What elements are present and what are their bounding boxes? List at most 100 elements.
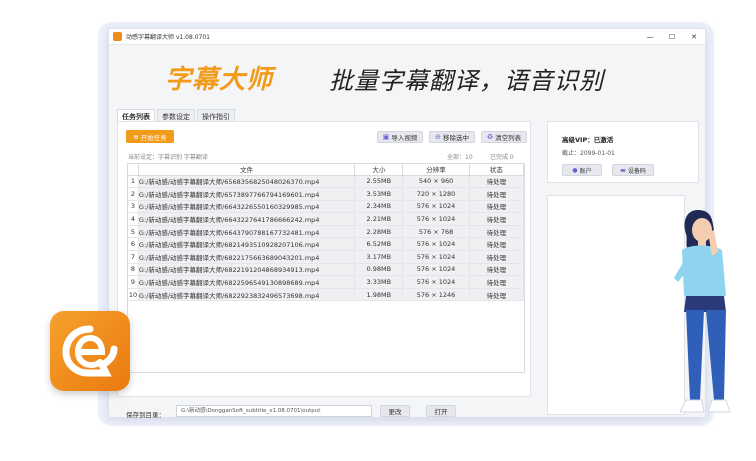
row-file: G:/新动感/动感字幕翻译大师/6573897766794169601.mp4 (138, 187, 356, 201)
total-count: 全部：10 (447, 154, 473, 161)
table-row[interactable]: 6 G:/新动感/动感字幕翻译大师/6821493510928207106.mp… (128, 237, 525, 252)
minimize-icon[interactable]: — (639, 29, 661, 45)
row-file: G:/新动感/动感字幕翻译大师/6821493510928207106.mp4 (138, 237, 356, 252)
row-resolution: 720 × 1280 (402, 187, 470, 201)
row-status: 待处理 (469, 175, 525, 189)
table-row[interactable]: 5 G:/新动感/动感字幕翻译大师/6643790788167732481.mp… (128, 225, 525, 239)
start-task-button[interactable]: ⊕ 开始任务 (126, 130, 174, 143)
clear-list-button[interactable]: ♻ 清空列表 (481, 131, 527, 143)
side-blank-panel (547, 195, 685, 415)
table-row[interactable]: 7 G:/新动感/动感字幕翻译大师/6822175663689043201.mp… (128, 250, 525, 264)
row-size: 6.52MB (354, 237, 404, 252)
window-title: 动感字幕翻译大师 v1.08.0701 (126, 34, 210, 41)
header-file[interactable]: 文件 (138, 164, 356, 176)
row-status: 待处理 (469, 187, 525, 201)
user-icon: ● (572, 166, 578, 174)
row-size: 2.28MB (354, 225, 404, 239)
current-settings: 当前设定：字幕识别 字幕翻译 (128, 154, 208, 161)
header-status[interactable]: 状态 (469, 164, 525, 176)
table-row[interactable]: 4 G:/新动感/动感字幕翻译大师/6643227641786666242.mp… (128, 212, 525, 226)
row-index: 1 (128, 175, 139, 189)
table-row[interactable]: 2 G:/新动感/动感字幕翻译大师/6573897766794169601.mp… (128, 187, 525, 201)
e-chat-logo-icon (50, 311, 130, 391)
table-row[interactable]: 8 G:/新动感/动感字幕翻译大师/6822191204868934913.mp… (128, 263, 525, 277)
stage: 动感字幕翻译大师 v1.08.0701 — ☐ ✕ 字幕大师 批量字幕翻译，语音… (0, 0, 756, 461)
row-resolution: 576 × 1246 (402, 288, 470, 302)
row-resolution: 576 × 1024 (402, 250, 470, 264)
monitor-icon: ▬ (620, 166, 626, 174)
save-dir-label: 保存到目录： (126, 411, 165, 419)
row-resolution: 540 × 960 (402, 175, 470, 189)
row-file: G:/新动感/动感字幕翻译大师/6822191204868934913.mp4 (138, 263, 356, 277)
row-file: G:/新动感/动感字幕翻译大师/6568356825048026370.mp4 (138, 175, 356, 189)
table-row[interactable]: 9 G:/新动感/动感字幕翻译大师/6822596549130898689.mp… (128, 275, 525, 289)
import-video-button[interactable]: ▣ 导入视频 (377, 131, 423, 143)
row-resolution: 576 × 1024 (402, 263, 470, 277)
device-code-label: 设备码 (627, 167, 646, 175)
remove-icon: ⊖ (435, 133, 441, 141)
row-size: 3.33MB (354, 275, 404, 289)
person-illustration (668, 200, 756, 450)
row-index: 6 (128, 237, 139, 252)
row-status: 待处理 (469, 237, 525, 252)
row-file: G:/新动感/动感字幕翻译大师/6643790788167732481.mp4 (138, 225, 356, 239)
import-icon: ▣ (382, 133, 390, 141)
row-file: G:/新动感/动感字幕翻译大师/6822596549130898689.mp4 (138, 275, 356, 289)
banner-slogan: 批量字幕翻译，语音识别 (329, 67, 604, 95)
row-size: 3.17MB (354, 250, 404, 264)
maximize-icon[interactable]: ☐ (661, 29, 683, 45)
save-path-field[interactable]: G:\新动感\DongganSoft_subtitle_v1.08.0701\o… (176, 405, 372, 417)
row-resolution: 576 × 1024 (402, 212, 470, 226)
account-button[interactable]: ● 账户 (562, 164, 602, 176)
row-status: 待处理 (469, 212, 525, 226)
open-dir-button[interactable]: 打开 (426, 405, 456, 417)
banner: 字幕大师 批量字幕翻译，语音识别 (109, 45, 707, 111)
header-resolution[interactable]: 分辨率 (402, 164, 470, 176)
table-row[interactable]: 3 G:/新动感/动感字幕翻译大师/6643226550160329985.mp… (128, 200, 525, 214)
row-status: 待处理 (469, 250, 525, 264)
task-table: 文件 大小 分辨率 状态 1 G:/新动感/动感字幕翻译大师/656835682… (127, 163, 525, 373)
vip-status: 高级VIP：已激活 (562, 136, 614, 144)
row-index: 7 (128, 250, 139, 264)
row-index: 10 (128, 288, 139, 302)
title-bar: 动感字幕翻译大师 v1.08.0701 — ☐ ✕ (109, 29, 705, 45)
change-dir-button[interactable]: 更改 (380, 405, 410, 417)
remove-selected-label: 移除选中 (442, 134, 469, 142)
task-panel: ⊕ 开始任务 ▣ 导入视频 ⊖ 移除选中 ♻ 清空列表 当前设定：字幕识别 字幕… (117, 121, 531, 419)
row-index: 5 (128, 225, 139, 239)
account-label: 账户 (579, 167, 592, 175)
table-header-row: 文件 大小 分辨率 状态 (128, 164, 525, 176)
header-size[interactable]: 大小 (354, 164, 404, 176)
row-file: G:/新动感/动感字幕翻译大师/6643227641786666242.mp4 (138, 212, 356, 226)
table-row[interactable]: 10 G:/新动感/动感字幕翻译大师/6822923832496573698.m… (128, 288, 525, 302)
row-file: G:/新动感/动感字幕翻译大师/6822175663689043201.mp4 (138, 250, 356, 264)
row-status: 待处理 (469, 263, 525, 277)
row-index: 8 (128, 263, 139, 277)
row-status: 待处理 (469, 200, 525, 214)
row-size: 3.53MB (354, 187, 404, 201)
row-file: G:/新动感/动感字幕翻译大师/6822923832496573698.mp4 (138, 288, 356, 302)
import-video-label: 导入视频 (391, 134, 418, 142)
row-status: 待处理 (469, 225, 525, 239)
app-window: 动感字幕翻译大师 v1.08.0701 — ☐ ✕ 字幕大师 批量字幕翻译，语音… (108, 28, 707, 419)
expire-date: 截止：2099-01-01 (562, 150, 615, 157)
row-index: 4 (128, 212, 139, 226)
done-count: 已完成 0 (490, 154, 514, 161)
app-icon (113, 32, 122, 41)
row-size: 2.55MB (354, 175, 404, 189)
header-index (128, 164, 139, 176)
row-index: 9 (128, 275, 139, 289)
row-resolution: 576 × 1024 (402, 275, 470, 289)
start-task-label: 开始任务 (140, 133, 167, 142)
remove-selected-button[interactable]: ⊖ 移除选中 (429, 131, 475, 143)
plus-circle-icon: ⊕ (133, 132, 139, 141)
clear-list-label: 清空列表 (495, 134, 522, 142)
row-size: 2.21MB (354, 212, 404, 226)
row-index: 3 (128, 200, 139, 214)
table-row[interactable]: 1 G:/新动感/动感字幕翻译大师/6568356825048026370.mp… (128, 175, 525, 189)
device-code-button[interactable]: ▬ 设备码 (612, 164, 654, 176)
row-status: 待处理 (469, 288, 525, 302)
close-icon[interactable]: ✕ (683, 29, 705, 45)
trash-icon: ♻ (486, 133, 494, 141)
row-index: 2 (128, 187, 139, 201)
